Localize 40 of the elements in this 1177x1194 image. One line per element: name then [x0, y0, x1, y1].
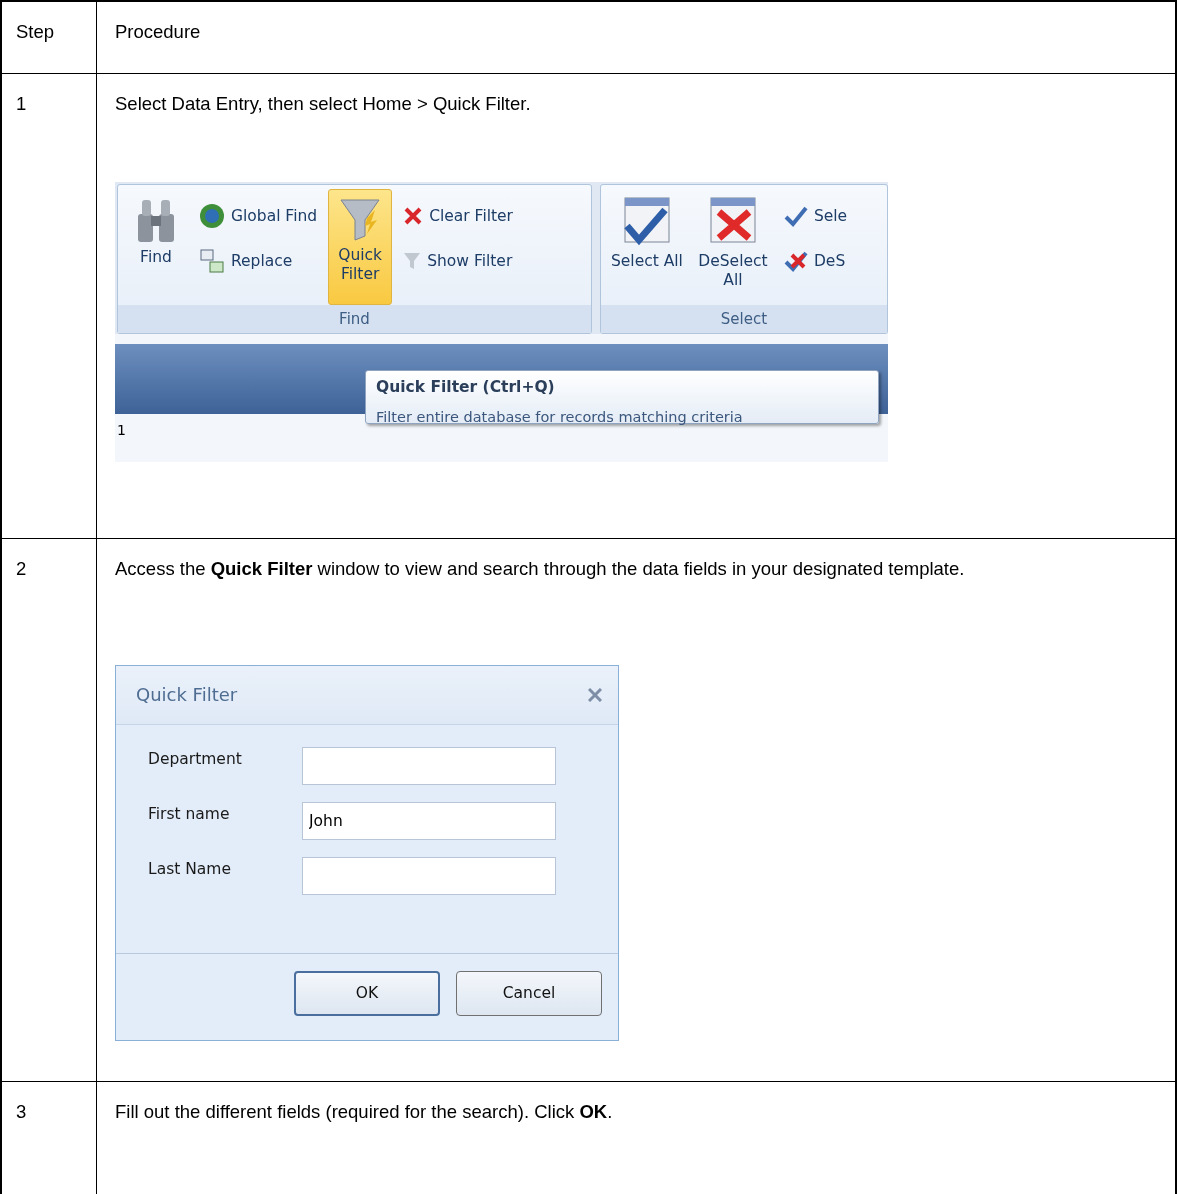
dialog-title: Quick Filter [136, 683, 238, 707]
procedure-text: Fill out the different fields (required for the search). Click OK. [115, 1100, 614, 1124]
tooltip-title: Quick Filter (Ctrl+Q) [376, 377, 555, 398]
dialog-button[interactable]: Cancel [456, 970, 602, 1016]
row-number: 1 [116, 421, 126, 440]
field-label: Last Name [148, 859, 232, 880]
input-field[interactable]: John [302, 802, 556, 840]
funnel-icon [403, 250, 422, 271]
input-field[interactable] [302, 857, 556, 895]
ribbon-button[interactable]: Global Find [194, 199, 323, 232]
step-number: 1 [16, 92, 28, 116]
ribbon-button[interactable]: DeSelect All [692, 189, 773, 305]
step-number: 2 [16, 557, 28, 581]
dialog-button[interactable]: OK [294, 970, 440, 1016]
procedure-text: Access the Quick Filter window to view and search through the data fields in your designated template. [115, 557, 966, 581]
step-number: 3 [16, 1100, 28, 1124]
funnel-icon [339, 196, 382, 242]
ribbon-button[interactable]: Select All [606, 189, 687, 305]
ribbon-button[interactable]: Show Filter [398, 245, 518, 276]
column-header: Step [16, 20, 56, 44]
replace-icon [199, 247, 225, 274]
ribbon-button[interactable]: Replace [194, 244, 323, 277]
group-label: Find [118, 305, 591, 333]
procedure-text: Select Data Entry, then select Home > Quick Filter. [115, 92, 532, 116]
tooltip-text: Filter entire database for records matching criteria [376, 408, 743, 427]
input-field[interactable] [302, 747, 556, 785]
check-x-icon [783, 249, 808, 272]
ribbon-button[interactable]: Clear Filter [398, 200, 518, 231]
close-icon [588, 688, 602, 702]
column-header: Procedure [115, 20, 202, 44]
cross-icon [403, 205, 424, 226]
globe-icon [199, 202, 225, 229]
ribbon-button[interactable]: Sele [778, 200, 853, 231]
ribbon-button[interactable]: Quick Filter [328, 189, 393, 305]
field-label: First name [148, 804, 231, 825]
ribbon-button[interactable]: DeS [778, 245, 853, 276]
field-label: Department [148, 749, 243, 770]
group-label: Select [600, 305, 887, 333]
check-icon [783, 204, 808, 227]
ribbon-button[interactable]: Find [124, 189, 188, 305]
